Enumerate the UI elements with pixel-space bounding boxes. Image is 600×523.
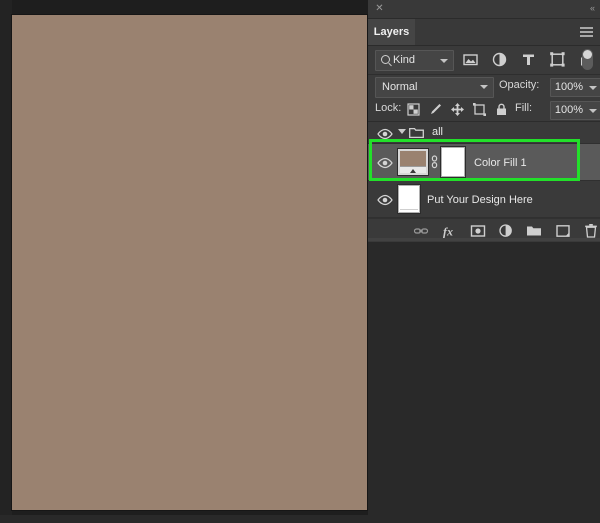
layer-row-group-all[interactable]: all	[368, 122, 600, 144]
fill-input[interactable]: 100%	[550, 101, 588, 120]
eye-icon[interactable]	[377, 127, 393, 139]
folder-icon	[409, 126, 424, 139]
fill-color-swatch	[400, 151, 426, 167]
toggle-knob-icon	[583, 50, 592, 59]
lock-all[interactable]	[494, 102, 509, 117]
opacity-input[interactable]: 100%	[550, 78, 588, 97]
eye-icon[interactable]	[377, 193, 393, 206]
group-expand-caret-icon[interactable]	[398, 129, 406, 134]
artboard-canvas[interactable]	[12, 15, 367, 510]
fill-stepper[interactable]	[586, 101, 600, 120]
svg-text:fx: fx	[443, 225, 453, 239]
lock-transparent-pixels[interactable]	[406, 102, 421, 117]
eye-icon[interactable]	[377, 156, 393, 169]
fill-label: Fill:	[515, 102, 533, 114]
blend-opacity-row: Normal Opacity: 100%	[368, 75, 600, 98]
panel-titlebar: ✕ «	[368, 0, 600, 19]
new-layer-button[interactable]	[555, 223, 571, 239]
chain-link-icon[interactable]	[431, 155, 438, 169]
filter-adjustment-layers[interactable]	[491, 51, 508, 68]
layer-row-color-fill-1[interactable]: Color Fill 1	[368, 144, 600, 181]
opacity-label: Opacity:	[499, 79, 540, 91]
filter-enable-toggle[interactable]	[582, 49, 593, 70]
panel-tab-row: Layers	[368, 19, 600, 46]
layers-panel: ✕ « Layers Kind Normal Opacity: 100% Loc…	[368, 0, 600, 242]
hamburger-menu-icon[interactable]	[580, 27, 593, 37]
chevron-down-icon	[440, 59, 448, 63]
search-icon	[381, 55, 390, 64]
opacity-stepper[interactable]	[586, 78, 600, 97]
filter-kind-label: Kind	[393, 54, 416, 66]
layer-thumbnail-color-fill[interactable]	[398, 149, 428, 175]
panel-bottom-edge	[368, 238, 600, 241]
new-adjustment-layer-button[interactable]	[498, 223, 514, 239]
collapse-panel-icon[interactable]: «	[590, 3, 595, 14]
lock-artboard-nesting[interactable]	[472, 102, 487, 117]
photoshop-window: ✕ « Layers Kind Normal Opacity: 100% Loc…	[0, 0, 600, 523]
chevron-down-icon	[589, 109, 597, 113]
lock-position[interactable]	[450, 102, 465, 117]
layer-row-put-your-design-here[interactable]: Put Your Design Here	[368, 181, 600, 218]
layer-filter-bar: Kind	[368, 46, 600, 75]
layer-mask-thumbnail[interactable]	[441, 147, 465, 177]
layer-name-all: all	[432, 126, 444, 138]
lock-label: Lock:	[375, 102, 402, 114]
filter-kind-dropdown[interactable]: Kind	[375, 50, 454, 71]
lock-fill-row: Lock: Fill: 100%	[368, 98, 600, 122]
chevron-down-icon	[480, 85, 488, 89]
lock-image-pixels[interactable]	[428, 102, 443, 117]
filter-pixel-layers[interactable]	[462, 51, 479, 68]
link-layers-button[interactable]	[413, 223, 429, 239]
filter-shape-layers[interactable]	[549, 51, 566, 68]
filter-type-layers[interactable]	[520, 51, 537, 68]
layer-name-put-your-design-here: Put Your Design Here	[427, 194, 533, 206]
add-layer-mask-button[interactable]	[470, 223, 486, 239]
chevron-down-icon	[589, 86, 597, 90]
tab-layers[interactable]: Layers	[368, 19, 415, 45]
new-group-button[interactable]	[526, 223, 542, 239]
layer-list: all Color Fill 1 Put Your Design Here	[368, 122, 600, 218]
blend-mode-dropdown[interactable]: Normal	[375, 77, 494, 98]
fill-thumb-base	[400, 166, 426, 173]
workspace-bottom-gutter	[0, 515, 368, 523]
blend-mode-value: Normal	[382, 81, 418, 93]
layer-name-color-fill-1: Color Fill 1	[474, 157, 527, 169]
delete-layer-button[interactable]	[583, 223, 599, 239]
layer-style-button[interactable]: fx	[442, 223, 458, 239]
layer-thumbnail-smart-object[interactable]	[398, 185, 420, 213]
workspace-left-gutter	[0, 0, 12, 515]
document-canvas-area[interactable]	[0, 0, 368, 515]
close-icon[interactable]: ✕	[374, 3, 385, 14]
